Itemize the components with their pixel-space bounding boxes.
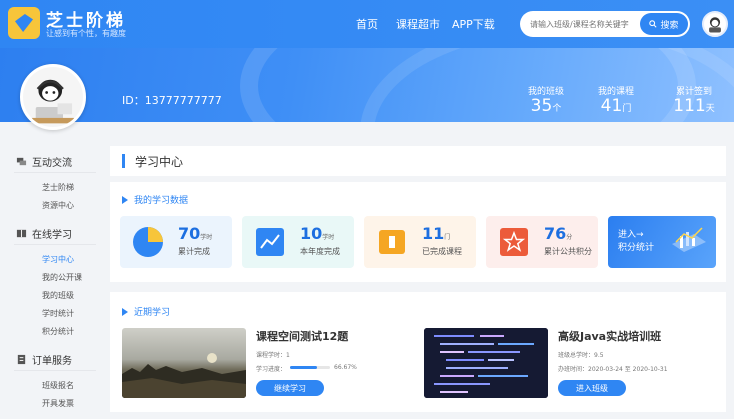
class-total-hours: 班级总学时：9.5 (558, 352, 604, 359)
card-value: 76 (544, 224, 567, 243)
sidebar-item-hours-stats[interactable]: 学时统计 (42, 308, 74, 319)
progress-fill (290, 366, 317, 369)
card-value: 10 (300, 224, 323, 243)
sidebar-group-online-learning[interactable]: 在线学习 (16, 226, 72, 241)
sidebar-group-orders[interactable]: 订单服务 (16, 352, 72, 367)
recent-learning-panel: 近期学习 课程空间测试12题 课程学时：1 学习进度： 66.67% 继续学习 (110, 292, 726, 412)
enter-class-button[interactable]: 进入班级 (558, 380, 626, 396)
card-caption: 累计完成 (178, 247, 210, 256)
stat-my-classes[interactable]: 我的班级 35个 (522, 84, 570, 119)
course-thumbnail-landscape[interactable] (122, 328, 246, 398)
sidebar-item-invoice[interactable]: 开具发票 (42, 398, 74, 409)
stat-unit: 个 (552, 104, 562, 114)
card-caption: 本年度完成 (300, 247, 340, 256)
card-caption: 已完成课程 (422, 247, 462, 256)
search-box: 搜索 (520, 11, 690, 37)
sidebar-group-interaction[interactable]: 互动交流 (16, 154, 72, 169)
search-button-label: 搜索 (660, 20, 679, 31)
divider (14, 370, 96, 371)
top-nav-bar: 芝士阶梯 让感到有个性，有趣度 首页 课程超市 APP下载 搜索 (0, 0, 734, 48)
stat-unit: 门 (622, 104, 632, 114)
stat-card-public-points[interactable]: 76分 累计公共积分 (486, 216, 598, 268)
line-chart-icon (256, 228, 284, 256)
sidebar-item-my-classes[interactable]: 我的班级 (42, 290, 74, 301)
star-icon (500, 228, 528, 256)
course-title[interactable]: 课程空间测试12题 (256, 328, 348, 344)
stat-checkin-days[interactable]: 累计签到 111天 (670, 84, 718, 119)
stat-unit: 天 (705, 104, 715, 114)
user-avatar[interactable] (20, 64, 86, 130)
section-title-data: 我的学习数据 (122, 193, 188, 206)
sidebar-item-resources[interactable]: 资源中心 (42, 200, 74, 211)
card-unit: 分 (566, 234, 573, 241)
triangle-icon (122, 307, 128, 316)
section-title-text: 我的学习数据 (134, 196, 189, 206)
sidebar-group-title: 互动交流 (32, 158, 72, 169)
nav-home[interactable]: 首页 (356, 16, 378, 32)
sidebar-item-points-stats[interactable]: 积分统计 (42, 326, 74, 337)
divider (14, 172, 96, 173)
course-hours: 课程学时：1 (256, 352, 290, 359)
book-icon (379, 230, 405, 254)
card-unit: 学时 (322, 234, 335, 241)
card-unit: 门 (444, 234, 451, 241)
book-icon (16, 229, 27, 238)
search-input[interactable] (530, 15, 640, 33)
nav-course-market[interactable]: 课程超市 (396, 16, 440, 32)
enter-card-line2: 积分统计 (618, 243, 655, 253)
continue-learning-button[interactable]: 继续学习 (256, 380, 324, 396)
page-title: 学习中心 (135, 155, 184, 169)
brand-tagline: 让感到有个性，有趣度 (46, 29, 126, 38)
page-header: 学习中心 (110, 146, 726, 176)
enter-points-stats-card[interactable]: 进入→ 积分统计 (608, 216, 716, 268)
user-id: ID：13777777777 (122, 94, 222, 107)
divider (14, 244, 96, 245)
stat-card-total-hours[interactable]: 70学时 累计完成 (120, 216, 232, 268)
progress-label: 学习进度： (256, 366, 287, 373)
sidebar-item-class-signup[interactable]: 班级报名 (42, 380, 74, 391)
chart-illustration-icon (672, 227, 706, 252)
pie-chart-icon (133, 227, 163, 257)
nav-app-download[interactable]: APP下载 (452, 16, 495, 32)
sidebar-item-zhishi[interactable]: 芝士阶梯 (42, 182, 74, 193)
order-icon (17, 354, 26, 365)
search-icon (649, 20, 658, 28)
sidebar-group-title: 在线学习 (32, 230, 72, 241)
stat-my-courses[interactable]: 我的课程 41门 (594, 84, 638, 119)
sidebar-group-title: 订单服务 (32, 356, 72, 367)
chat-icon (16, 157, 27, 166)
card-caption: 累计公共积分 (544, 247, 592, 256)
card-value: 70 (178, 224, 201, 243)
stat-card-year-hours[interactable]: 10学时 本年度完成 (242, 216, 354, 268)
stat-value: 41 (600, 96, 623, 116)
progress-value: 66.67% (334, 364, 357, 371)
triangle-icon (122, 195, 128, 204)
sidebar-item-public-courses[interactable]: 我的公开课 (42, 272, 82, 283)
search-button[interactable]: 搜索 (640, 13, 688, 35)
class-dates: 办班时间：2020-03-24 至 2020-10-31 (558, 366, 668, 373)
stat-value: 111 (673, 96, 706, 116)
sidebar-item-learning-center[interactable]: 学习中心 (42, 254, 74, 265)
learning-data-panel: 我的学习数据 70学时 累计完成 10学时 本年度完成 11门 已完成课程 76… (110, 182, 726, 282)
stat-card-completed-courses[interactable]: 11门 已完成课程 (364, 216, 476, 268)
card-unit: 学时 (200, 234, 213, 241)
progress-bar (290, 366, 330, 369)
section-title-recent: 近期学习 (122, 305, 170, 318)
header-accent-bar (122, 154, 125, 168)
enter-card-line1: 进入→ (618, 230, 644, 240)
class-title[interactable]: 高级Java实战培训班 (558, 328, 661, 344)
card-value: 11 (422, 224, 445, 243)
sidebar: 互动交流 芝士阶梯 资源中心 在线学习 学习中心 我的公开课 我的班级 学时统计… (8, 144, 100, 419)
section-title-text: 近期学习 (134, 308, 171, 318)
user-avatar-small[interactable] (702, 11, 728, 37)
logo-icon[interactable] (8, 7, 40, 39)
stat-value: 35 (530, 96, 553, 116)
course-thumbnail-code[interactable] (424, 328, 548, 398)
